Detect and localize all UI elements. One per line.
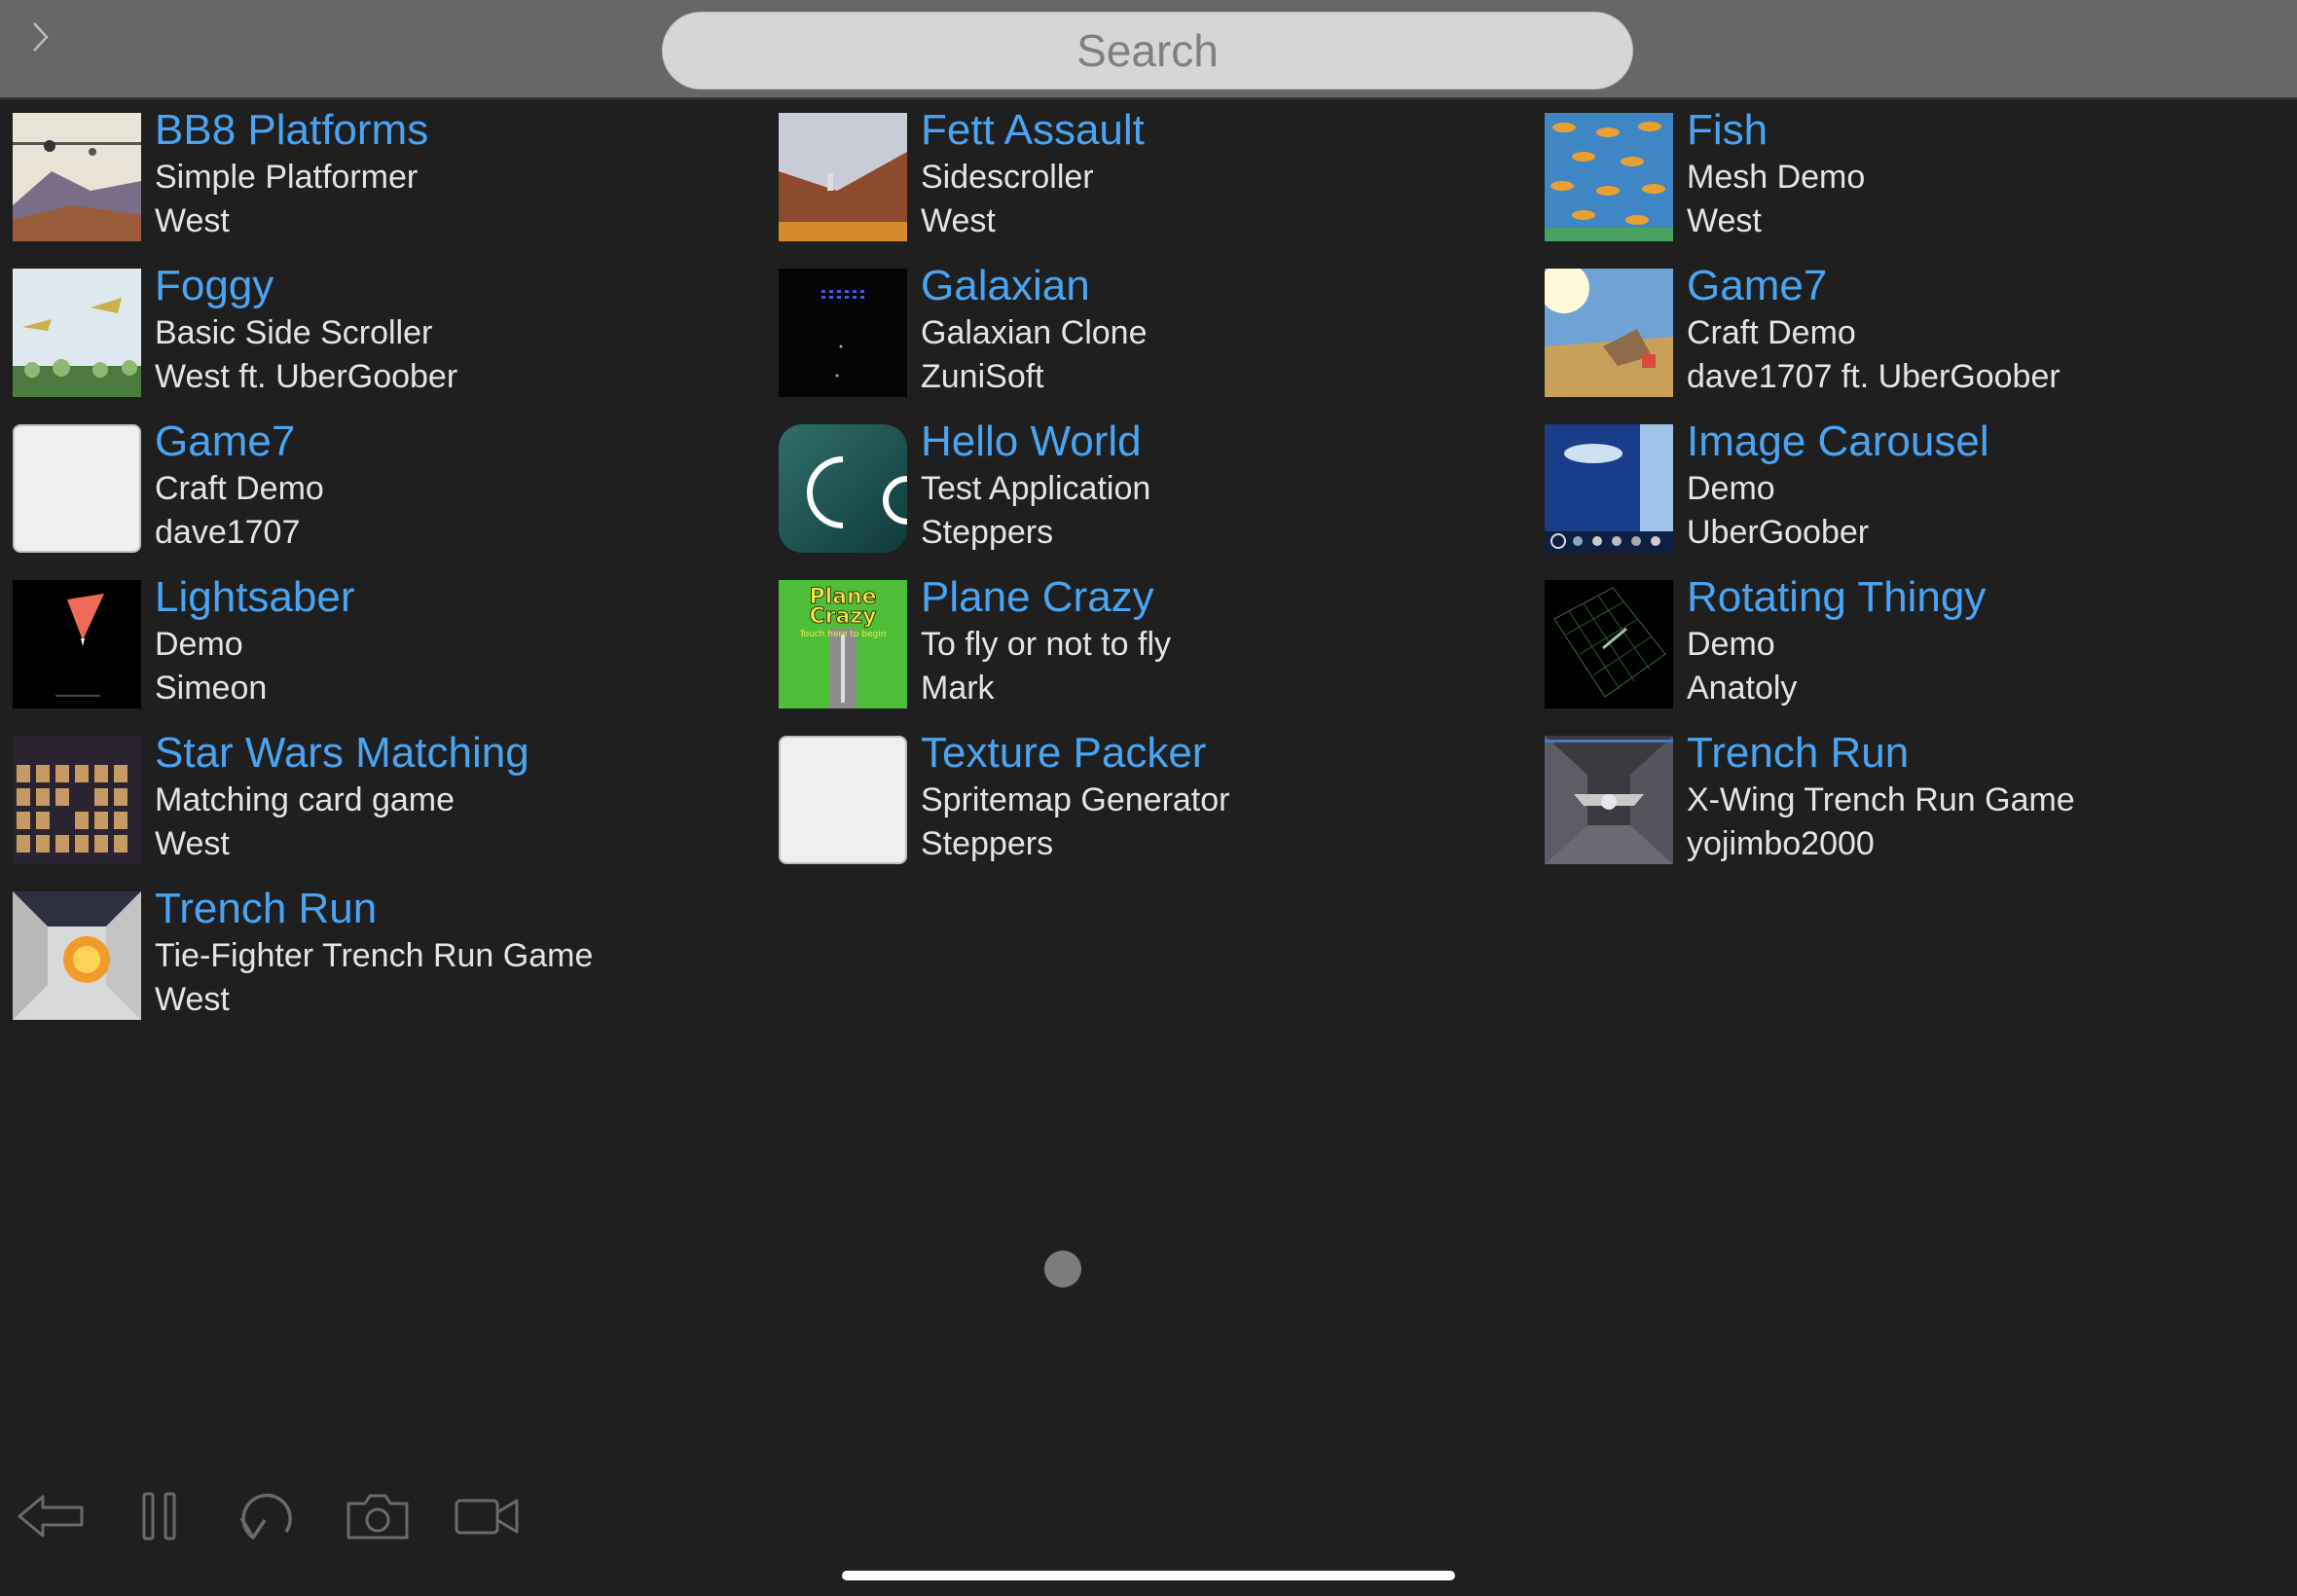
search-input[interactable]	[663, 12, 1632, 90]
project-subtitle: Demo	[1687, 470, 1775, 507]
project-subtitle: Test Application	[921, 470, 1151, 507]
project-author: ZuniSoft	[921, 358, 1044, 395]
top-bar	[0, 0, 2297, 99]
project-item[interactable]: Game7 Craft Demo dave1707	[13, 417, 779, 580]
project-subtitle: Simple Platformer	[155, 159, 419, 196]
project-title[interactable]: Rotating Thingy	[1687, 572, 1986, 623]
chevron-right-icon[interactable]	[23, 18, 58, 56]
project-grid: BB8 Platforms Simple Platformer West Fet…	[13, 106, 2290, 1047]
fett-assault-thumbnail	[779, 113, 907, 241]
project-title[interactable]: BB8 Platforms	[155, 105, 428, 156]
project-subtitle: Demo	[155, 626, 243, 663]
project-author: UberGoober	[1687, 514, 1870, 551]
rotating-thingy-thumbnail	[1545, 580, 1673, 708]
project-title[interactable]: Star Wars Matching	[155, 728, 529, 779]
project-subtitle: Spritemap Generator	[921, 781, 1230, 818]
project-subtitle: Craft Demo	[1687, 314, 1856, 351]
project-title[interactable]: Galaxian	[921, 261, 1147, 311]
galaxian-thumbnail	[779, 269, 907, 397]
plane-crazy-thumb-word2: Crazy	[810, 604, 877, 629]
project-title[interactable]: Texture Packer	[921, 728, 1230, 779]
project-author: West	[921, 202, 996, 239]
project-title[interactable]: Plane Crazy	[921, 572, 1171, 623]
bottom-toolbar	[16, 1487, 522, 1545]
project-title[interactable]: Lightsaber	[155, 572, 354, 623]
project-author: dave1707 ft. UberGoober	[1687, 358, 2060, 395]
star-wars-matching-thumbnail	[13, 736, 141, 864]
project-item[interactable]: BB8 Platforms Simple Platformer West	[13, 106, 779, 269]
plane-crazy-thumb-hint: Touch here to begin	[799, 630, 887, 639]
project-title[interactable]: Hello World	[921, 417, 1150, 467]
x-wing-trench-thumbnail	[1545, 736, 1673, 864]
blank-thumbnail	[779, 736, 907, 864]
codea-thumbnail	[779, 424, 907, 553]
image-carousel-thumbnail	[1545, 424, 1673, 553]
project-title[interactable]: Game7	[1687, 261, 2060, 311]
project-item[interactable]: Rotating Thingy Demo Anatoly	[1545, 573, 2284, 736]
video-camera-icon[interactable]	[452, 1487, 522, 1545]
search-bar[interactable]	[662, 12, 1633, 90]
project-item[interactable]: Fish Mesh Demo West	[1545, 106, 2284, 269]
project-item[interactable]: Plane Crazy Touch here to begin Plane Cr…	[779, 573, 1545, 736]
project-author: Steppers	[921, 825, 1054, 862]
project-title[interactable]: Image Carousel	[1687, 417, 1989, 467]
project-author: West	[155, 825, 230, 862]
project-title[interactable]: Trench Run	[155, 884, 593, 934]
project-item[interactable]: Fett Assault Sidescroller West	[779, 106, 1545, 269]
project-title[interactable]: Foggy	[155, 261, 457, 311]
project-author: West	[1687, 202, 1762, 239]
back-arrow-icon[interactable]	[16, 1487, 86, 1545]
project-item[interactable]: Trench Run Tie-Fighter Trench Run Game W…	[13, 885, 779, 1047]
project-item[interactable]: Image Carousel Demo UberGoober	[1545, 417, 2284, 580]
project-author: Simeon	[155, 670, 268, 707]
project-title[interactable]: Game7	[155, 417, 324, 467]
project-item[interactable]: Star Wars Matching Matching card game We…	[13, 729, 779, 891]
tie-fighter-trench-thumbnail	[13, 891, 141, 1020]
project-subtitle: X-Wing Trench Run Game	[1687, 781, 2075, 818]
project-author: West	[155, 981, 230, 1018]
plane-crazy-thumbnail: Plane Crazy Touch here to begin	[779, 580, 907, 708]
project-item[interactable]: Hello World Test Application Steppers	[779, 417, 1545, 580]
project-subtitle: Mesh Demo	[1687, 159, 1866, 196]
project-subtitle: Matching card game	[155, 781, 456, 818]
project-subtitle: To fly or not to fly	[921, 626, 1171, 663]
project-subtitle: Basic Side Scroller	[155, 314, 433, 351]
project-subtitle: Tie-Fighter Trench Run Game	[155, 937, 594, 974]
project-item[interactable]: Galaxian Galaxian Clone ZuniSoft	[779, 262, 1545, 424]
project-item[interactable]: Foggy Basic Side Scroller West ft. UberG…	[13, 262, 779, 424]
foggy-thumbnail	[13, 269, 141, 397]
pause-icon[interactable]	[125, 1487, 195, 1545]
project-subtitle: Galaxian Clone	[921, 314, 1148, 351]
project-author: Mark	[921, 670, 995, 707]
project-title[interactable]: Fish	[1687, 105, 1865, 156]
project-author: West	[155, 202, 230, 239]
bb8-platforms-thumbnail	[13, 113, 141, 241]
project-author: Steppers	[921, 514, 1054, 551]
project-subtitle: Sidescroller	[921, 159, 1094, 196]
project-item[interactable]: Trench Run X-Wing Trench Run Game yojimb…	[1545, 729, 2284, 891]
project-author: dave1707	[155, 514, 301, 551]
project-item[interactable]: Game7 Craft Demo dave1707 ft. UberGoober	[1545, 262, 2284, 424]
project-title[interactable]: Trench Run	[1687, 728, 2075, 779]
project-author: West ft. UberGoober	[155, 358, 458, 395]
project-title[interactable]: Fett Assault	[921, 105, 1145, 156]
fish-thumbnail	[1545, 113, 1673, 241]
project-subtitle: Demo	[1687, 626, 1775, 663]
project-author: yojimbo2000	[1687, 825, 1875, 862]
project-item[interactable]: Texture Packer Spritemap Generator Stepp…	[779, 729, 1545, 891]
lightsaber-thumbnail	[13, 580, 141, 708]
project-author: Anatoly	[1687, 670, 1798, 707]
blank-thumbnail	[13, 424, 141, 553]
camera-icon[interactable]	[343, 1487, 413, 1545]
home-indicator[interactable]	[842, 1571, 1455, 1580]
project-subtitle: Craft Demo	[155, 470, 324, 507]
page-indicator-dot[interactable]	[1044, 1251, 1081, 1288]
project-item[interactable]: Lightsaber Demo Simeon	[13, 573, 779, 736]
game7-thumbnail	[1545, 269, 1673, 397]
restart-icon[interactable]	[234, 1487, 304, 1545]
